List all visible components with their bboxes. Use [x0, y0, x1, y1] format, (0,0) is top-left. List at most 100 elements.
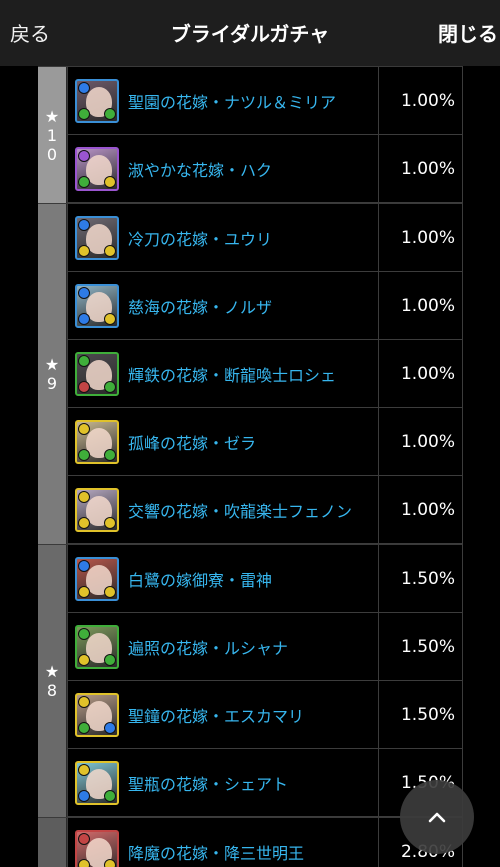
- drop-rate: 1.50%: [379, 613, 463, 680]
- back-button[interactable]: 戻る: [10, 0, 50, 66]
- rarity-group: ★ 9 冷刀の花嫁・ユウリ 1.00% 慈海の花嫁・ノルザ 1.00% 輝鉄の花嫁・断龍喚士…: [38, 203, 463, 544]
- monster-name-link[interactable]: 聖園の花嫁・ナツル＆ミリア: [128, 89, 336, 113]
- attribute-orb-icon: [104, 585, 116, 598]
- monster-cell[interactable]: 降魔の花嫁・降三世明王: [67, 818, 379, 867]
- monster-row: 遍照の花嫁・ルシャナ 1.50%: [67, 613, 463, 681]
- attribute-orb-icon: [78, 695, 90, 708]
- drop-rate: 1.00%: [379, 135, 463, 202]
- drop-rate: 1.00%: [379, 272, 463, 339]
- monster-portrait-icon[interactable]: [75, 283, 119, 328]
- monster-row: 白鷺の嫁御寮・雷神 1.50%: [67, 545, 463, 613]
- monster-cell[interactable]: 交響の花嫁・吹龍楽士フェノン: [67, 476, 379, 543]
- attribute-orb-icon: [78, 380, 90, 393]
- attribute-orb-icon: [78, 490, 90, 503]
- rarity-star: ★: [44, 662, 60, 681]
- attribute-orb-icon: [78, 422, 90, 435]
- monster-cell[interactable]: 聖鐘の花嫁・エスカマリ: [67, 681, 379, 748]
- monster-row: 聖園の花嫁・ナツル＆ミリア 1.00%: [67, 67, 463, 135]
- rarity-digit: 8: [46, 681, 58, 700]
- attribute-orb-icon: [78, 244, 90, 257]
- attribute-orb-icon: [104, 244, 116, 257]
- attribute-orb-icon: [104, 653, 116, 666]
- scroll-to-top-button[interactable]: [400, 780, 474, 854]
- monster-portrait-icon[interactable]: [75, 78, 119, 123]
- monster-portrait-icon[interactable]: [75, 215, 119, 260]
- attribute-orb-icon: [104, 789, 116, 802]
- rarity-digit: 0: [46, 144, 58, 164]
- monster-portrait-icon[interactable]: [75, 829, 119, 867]
- monster-row: 慈海の花嫁・ノルザ 1.00%: [67, 272, 463, 340]
- attribute-orb-icon: [104, 516, 116, 529]
- attribute-orb-icon: [78, 559, 90, 572]
- monster-portrait-icon[interactable]: [75, 556, 119, 601]
- monster-row: 聖鐘の花嫁・エスカマリ 1.50%: [67, 681, 463, 749]
- monster-cell[interactable]: 冷刀の花嫁・ユウリ: [67, 204, 379, 271]
- drop-rate: 1.00%: [379, 340, 463, 407]
- attribute-orb-icon: [78, 832, 90, 845]
- monster-name-link[interactable]: 慈海の花嫁・ノルザ: [128, 294, 272, 318]
- monster-cell[interactable]: 慈海の花嫁・ノルザ: [67, 272, 379, 339]
- close-button[interactable]: 閉じる: [438, 0, 498, 66]
- chevron-up-icon: [428, 812, 446, 823]
- monster-name-link[interactable]: 孤峰の花嫁・ゼラ: [128, 430, 256, 454]
- attribute-orb-icon: [78, 858, 90, 867]
- app-header: 戻る ブライダルガチャ 閉じる: [0, 0, 500, 66]
- monster-name-link[interactable]: 聖瓶の花嫁・シェアト: [128, 771, 288, 795]
- monster-portrait-icon[interactable]: [75, 487, 119, 532]
- monster-cell[interactable]: 聖園の花嫁・ナツル＆ミリア: [67, 67, 379, 134]
- monster-name-link[interactable]: 輝鉄の花嫁・断龍喚士ロシェ: [128, 362, 336, 386]
- monster-portrait-icon[interactable]: [75, 692, 119, 737]
- drop-rate: 1.00%: [379, 67, 463, 134]
- rarity-group: ★ 1 0 聖園の花嫁・ナツル＆ミリア 1.00% 淑やかな花嫁・ハク 1.00%: [38, 66, 463, 203]
- monster-cell[interactable]: 遍照の花嫁・ルシャナ: [67, 613, 379, 680]
- attribute-orb-icon: [104, 175, 116, 188]
- monster-name-link[interactable]: 淑やかな花嫁・ハク: [128, 157, 272, 181]
- monster-row: 輝鉄の花嫁・断龍喚士ロシェ 1.00%: [67, 340, 463, 408]
- rarity-group: 降魔の花嫁・降三世明王2.80%: [38, 817, 463, 867]
- attribute-orb-icon: [78, 516, 90, 529]
- monster-row: 淑やかな花嫁・ハク 1.00%: [67, 135, 463, 203]
- monster-name-link[interactable]: 冷刀の花嫁・ユウリ: [128, 226, 272, 250]
- monster-name-link[interactable]: 白鷺の嫁御寮・雷神: [128, 567, 272, 591]
- monster-cell[interactable]: 淑やかな花嫁・ハク: [67, 135, 379, 202]
- monster-name-link[interactable]: 遍照の花嫁・ルシャナ: [128, 635, 288, 659]
- drop-rate: 1.00%: [379, 204, 463, 271]
- monster-portrait-icon[interactable]: [75, 760, 119, 805]
- attribute-orb-icon: [78, 81, 90, 94]
- attribute-orb-icon: [78, 286, 90, 299]
- monster-cell[interactable]: 聖瓶の花嫁・シェアト: [67, 749, 379, 816]
- attribute-orb-icon: [78, 789, 90, 802]
- attribute-orb-icon: [104, 858, 116, 867]
- monster-row: 孤峰の花嫁・ゼラ 1.00%: [67, 408, 463, 476]
- monster-name-link[interactable]: 聖鐘の花嫁・エスカマリ: [128, 703, 304, 727]
- rarity-label: [38, 818, 67, 867]
- attribute-orb-icon: [78, 312, 90, 325]
- attribute-orb-icon: [78, 721, 90, 734]
- rarity-digit: 1: [46, 125, 58, 145]
- monster-portrait-icon[interactable]: [75, 351, 119, 396]
- drop-rate: 1.50%: [379, 681, 463, 748]
- rarity-label: ★ 9: [38, 204, 67, 544]
- monster-cell[interactable]: 輝鉄の花嫁・断龍喚士ロシェ: [67, 340, 379, 407]
- monster-portrait-icon[interactable]: [75, 624, 119, 669]
- attribute-orb-icon: [104, 107, 116, 120]
- attribute-orb-icon: [78, 585, 90, 598]
- page-title: ブライダルガチャ: [170, 22, 330, 46]
- attribute-orb-icon: [78, 653, 90, 666]
- drop-rate: 1.50%: [379, 545, 463, 612]
- attribute-orb-icon: [78, 448, 90, 461]
- monster-cell[interactable]: 孤峰の花嫁・ゼラ: [67, 408, 379, 475]
- monster-portrait-icon[interactable]: [75, 419, 119, 464]
- drop-rate: 1.00%: [379, 408, 463, 475]
- rarity-star: ★: [44, 106, 60, 126]
- monster-cell[interactable]: 白鷺の嫁御寮・雷神: [67, 545, 379, 612]
- rarity-label: ★ 8: [38, 545, 67, 817]
- monster-name-link[interactable]: 降魔の花嫁・降三世明王: [128, 840, 304, 864]
- attribute-orb-icon: [78, 107, 90, 120]
- attribute-orb-icon: [78, 354, 90, 367]
- monster-name-link[interactable]: 交響の花嫁・吹龍楽士フェノン: [128, 498, 352, 522]
- monster-portrait-icon[interactable]: [75, 146, 119, 191]
- gacha-rate-table: ★ 1 0 聖園の花嫁・ナツル＆ミリア 1.00% 淑やかな花嫁・ハク 1.00% ★ 9 冷刀の…: [38, 66, 463, 867]
- attribute-orb-icon: [78, 763, 90, 776]
- monster-row: 交響の花嫁・吹龍楽士フェノン 1.00%: [67, 476, 463, 544]
